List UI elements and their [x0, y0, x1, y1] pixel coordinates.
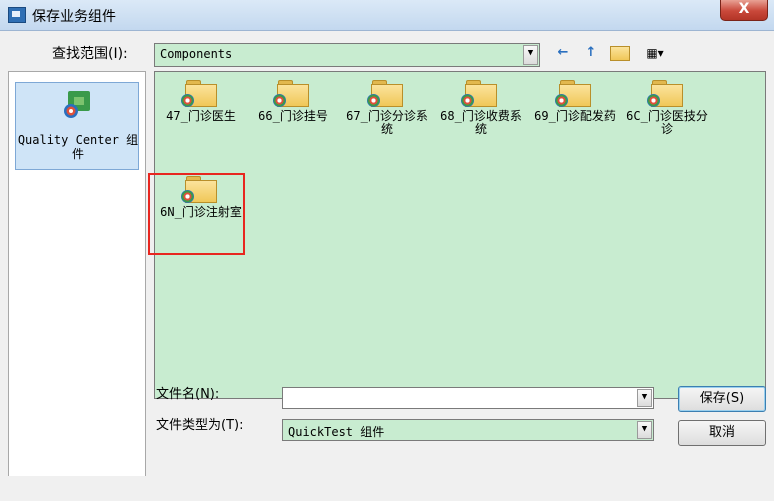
folder-label: 6C_门诊医技分诊 — [626, 109, 708, 136]
file-type-value: QuickTest 组件 — [288, 425, 385, 439]
folder-icon — [367, 80, 403, 107]
app-icon — [8, 7, 26, 23]
selection-highlight — [148, 173, 245, 255]
quality-center-icon — [64, 91, 90, 118]
chevron-down-icon[interactable]: ▼ — [523, 45, 538, 65]
title-bar: 保存业务组件 X — [0, 0, 774, 31]
chevron-down-icon[interactable]: ▼ — [637, 389, 652, 407]
folder-icon — [555, 80, 591, 107]
new-folder-button[interactable] — [609, 43, 631, 63]
folder-item[interactable]: 68_门诊收费系统 — [435, 80, 527, 136]
folder-label: 47_门诊医生 — [166, 109, 236, 123]
folder-item[interactable]: 69_门诊配发药 — [529, 80, 621, 123]
look-in-label: 查找范围(I): — [52, 46, 128, 62]
place-label: Quality Center 组件 — [17, 133, 139, 161]
chevron-down-icon[interactable]: ▼ — [637, 421, 652, 439]
back-button[interactable]: ← — [552, 43, 574, 63]
view-menu-button[interactable]: ▦▾ — [640, 43, 670, 63]
folder-icon — [647, 80, 683, 107]
window-title: 保存业务组件 — [32, 9, 116, 25]
folder-label: 66_门诊挂号 — [258, 109, 328, 123]
folder-label: 67_门诊分诊系统 — [346, 109, 428, 136]
file-type-label: 文件类型为(T): — [156, 418, 244, 433]
new-folder-icon — [610, 46, 630, 61]
cancel-button[interactable]: 取消 — [678, 420, 766, 446]
close-button[interactable]: X — [720, 0, 768, 21]
save-button[interactable]: 保存(S) — [678, 386, 766, 412]
file-name-input[interactable]: ▼ — [282, 387, 654, 409]
folder-icon — [273, 80, 309, 107]
folder-icon — [181, 80, 217, 107]
look-in-combo[interactable]: Components ▼ — [154, 43, 540, 67]
status-bar — [0, 476, 774, 501]
look-in-value: Components — [160, 47, 233, 61]
folder-item[interactable]: 47_门诊医生 — [155, 80, 247, 123]
folder-icon — [461, 80, 497, 107]
folder-item[interactable]: 66_门诊挂号 — [247, 80, 339, 123]
folder-label: 69_门诊配发药 — [534, 109, 616, 123]
file-list[interactable]: 47_门诊医生 66_门诊挂号 67_门诊分诊系统 68_门诊收费系统 69_门… — [154, 71, 766, 399]
folder-item[interactable]: 67_门诊分诊系统 — [341, 80, 433, 136]
folder-item[interactable]: 6C_门诊医技分诊 — [621, 80, 713, 136]
place-quality-center[interactable]: Quality Center 组件 — [15, 82, 139, 170]
file-name-label: 文件名(N): — [156, 387, 220, 402]
up-folder-button[interactable]: ↑ — [580, 43, 602, 63]
places-bar: Quality Center 组件 — [8, 71, 146, 499]
folder-label: 68_门诊收费系统 — [440, 109, 522, 136]
file-type-select[interactable]: QuickTest 组件 ▼ — [282, 419, 654, 441]
save-dialog: 查找范围(I): Components ▼ ← ↑ ▦▾ Quality Cen… — [0, 31, 774, 501]
